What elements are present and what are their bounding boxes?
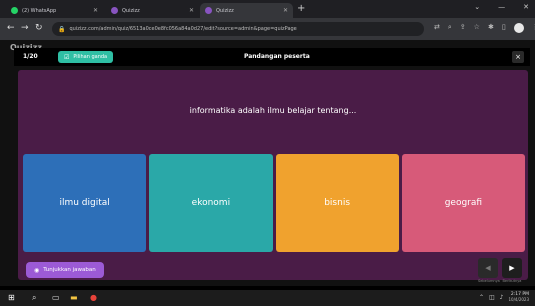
answer-option-4[interactable]: geografi (401, 154, 525, 252)
quiz-preview-app: Quizizz 1/20 ☑ Pilihan ganda Pandangan p… (0, 40, 535, 286)
windows-taskbar: ⊞ ⌕ ▭ ▬ ● ⌃ ◫ ♪ 2:17 PM 10/4/2023 (0, 290, 535, 306)
sidebar-icon[interactable]: ▯ (502, 23, 506, 33)
share-icon[interactable]: ⇪ (460, 23, 466, 33)
chevron-down-icon[interactable]: ⌄ (474, 3, 480, 11)
tab-title: (2) WhatsApp (22, 7, 57, 14)
speaker-icon[interactable]: ♪ (500, 294, 504, 301)
back-arrow-icon[interactable]: ← (7, 23, 15, 34)
answer-options: ilmu digital ekonomi bisnis geografi (23, 154, 525, 252)
chevron-up-icon[interactable]: ⌃ (479, 294, 484, 301)
address-bar: ← → ↻ 🔒 quizizz.com/admin/quiz/6513a0ce0… (0, 18, 535, 40)
forward-arrow-icon[interactable]: → (21, 23, 29, 34)
close-tab-icon[interactable]: ✕ (283, 7, 288, 14)
clock-date: 10/4/2023 (508, 297, 529, 302)
tab-quizizz-1[interactable]: Quizizz ✕ (106, 3, 199, 18)
answer-option-1[interactable]: ilmu digital (23, 154, 147, 252)
tab-title: Quizizz (122, 7, 140, 14)
search-icon[interactable]: ⌕ (32, 293, 36, 303)
previous-label: Sebelumnya (478, 279, 500, 283)
reload-icon[interactable]: ↻ (35, 23, 43, 34)
question-text: informatika adalah ilmu belajar tentang.… (189, 106, 357, 115)
network-icon[interactable]: ◫ (489, 294, 495, 301)
checkbox-icon: ☑ (64, 53, 70, 61)
browser-tab-bar: (2) WhatsApp ✕ Quizizz ✕ Quizizz ✕ + ⌄ —… (0, 0, 535, 18)
tab-quizizz-active[interactable]: Quizizz ✕ (200, 3, 293, 18)
question-navigation: ◀ ▶ (478, 258, 522, 278)
clock[interactable]: 2:17 PM 10/4/2023 (508, 292, 529, 302)
answer-option-2[interactable]: ekonomi (149, 154, 273, 252)
new-tab-button[interactable]: + (297, 3, 305, 15)
quizizz-icon (111, 7, 118, 14)
url-text: quizizz.com/admin/quiz/6513a0ce0e8fc056a… (69, 26, 297, 32)
close-tab-icon[interactable]: ✕ (93, 7, 98, 14)
task-view-icon[interactable]: ▭ (52, 293, 60, 303)
preview-title: Pandangan peserta (244, 53, 310, 60)
navigation-labels: Sebelumnya Berikutnya (478, 279, 522, 283)
system-tray: ⌃ ◫ ♪ 2:17 PM 10/4/2023 (479, 292, 529, 302)
question-type-badge[interactable]: ☑ Pilihan ganda (58, 51, 114, 63)
close-window-icon[interactable]: ✕ (523, 3, 529, 11)
preview-top-bar: 1/20 ☑ Pilihan ganda Pandangan peserta × (14, 48, 530, 66)
question-stage: informatika adalah ilmu belajar tentang.… (18, 70, 528, 283)
previous-question-button[interactable]: ◀ (478, 258, 498, 278)
window-controls: ⌄ — ✕ (474, 3, 529, 11)
tab-whatsapp[interactable]: (2) WhatsApp ✕ (6, 3, 103, 18)
answer-option-3[interactable]: bisnis (275, 154, 399, 252)
profile-avatar[interactable] (513, 23, 524, 33)
file-explorer-icon[interactable]: ▬ (70, 293, 78, 303)
chrome-icon[interactable]: ● (90, 293, 97, 303)
star-icon[interactable]: ☆ (474, 23, 480, 33)
next-label: Berikutnya (502, 279, 522, 283)
close-tab-icon[interactable]: ✕ (189, 7, 194, 14)
question-counter: 1/20 (23, 53, 38, 60)
minimize-icon[interactable]: — (498, 3, 505, 11)
eye-icon: ◉ (34, 266, 40, 274)
close-preview-button[interactable]: × (512, 51, 524, 63)
chevron-left-icon: ◀ (485, 264, 491, 272)
translate-icon[interactable]: ⇄ (434, 23, 440, 33)
question-type-label: Pilihan ganda (73, 54, 108, 60)
next-question-button[interactable]: ▶ (502, 258, 522, 278)
show-answer-button[interactable]: ◉ Tunjukkan jawaban (26, 262, 104, 278)
extension-icons: ⇄ ⌕ ⇪ ☆ ✱ ▯ ⋮ (434, 23, 535, 33)
search-icon[interactable]: ⌕ (448, 23, 452, 33)
play-icon: ▶ (509, 264, 515, 272)
lock-icon: 🔒 (58, 25, 66, 33)
close-icon: × (515, 53, 521, 61)
show-answer-label: Tunjukkan jawaban (43, 267, 96, 273)
extensions-icon[interactable]: ✱ (488, 23, 494, 33)
windows-start-icon[interactable]: ⊞ (8, 293, 15, 303)
quizizz-icon (205, 7, 212, 14)
tab-title: Quizizz (216, 7, 234, 14)
url-input[interactable]: 🔒 quizizz.com/admin/quiz/6513a0ce0e8fc05… (52, 22, 424, 36)
whatsapp-icon (11, 7, 18, 14)
